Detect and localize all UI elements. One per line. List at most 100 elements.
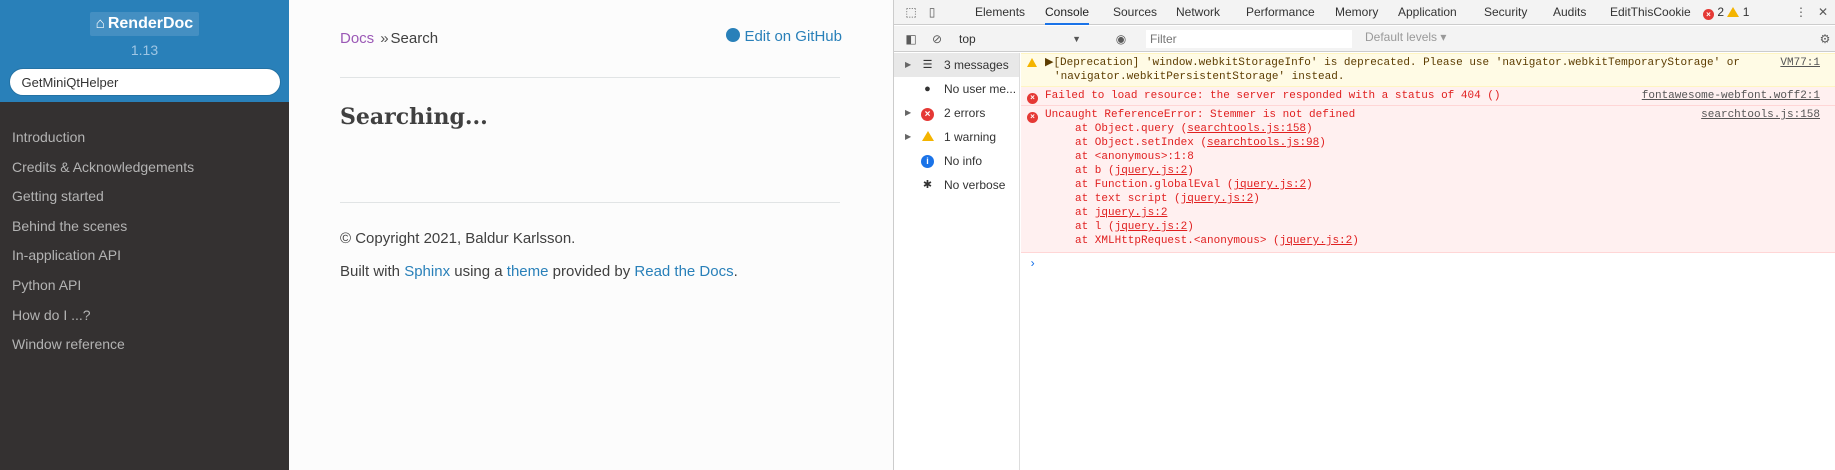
sidebar-row-messages[interactable]: ▶ ☰ 3 messages (894, 53, 1019, 77)
error-count: 2 (1717, 5, 1725, 19)
error-source-link[interactable]: fontawesome-webfont.woff2:1 (1642, 89, 1820, 103)
sphinx-link[interactable]: Sphinx (404, 263, 450, 280)
error-icon: × (921, 107, 934, 121)
sidebar-row-errors[interactable]: ▶ × 2 errors (894, 101, 1019, 125)
stack-frame-text: at b ( (1075, 165, 1115, 177)
stack-frame-link[interactable]: jquery.js:2 (1115, 221, 1188, 233)
device-toolbar-icon[interactable]: ▯ (925, 5, 939, 19)
clear-console-icon[interactable]: ⊘ (930, 32, 944, 46)
close-icon[interactable]: ✕ (1816, 5, 1830, 19)
sidebar-row-warnings[interactable]: ▶ 1 warning (894, 125, 1019, 149)
tab-sources[interactable]: Sources (1113, 0, 1157, 25)
stack-frame-text: at Function.globalEval ( (1075, 179, 1234, 191)
sidebar-header: ⌂ RenderDoc 1.13 (0, 0, 289, 102)
page-title: Searching... (340, 104, 488, 130)
stack-frame: at <anonymous>:1:8 (1045, 150, 1820, 164)
period: . (733, 263, 738, 280)
stack-frame: at jquery.js:2 (1045, 206, 1820, 220)
issue-counter[interactable]: × 2 1 (1703, 5, 1749, 20)
breadcrumb: Docs » Search (340, 30, 438, 47)
dropdown-arrow-icon: ▼ (1072, 34, 1081, 44)
error-icon: × (1703, 9, 1714, 20)
nav-item-behind-the-scenes[interactable]: Behind the scenes (0, 213, 289, 243)
sidebar-row-info[interactable]: i No info (894, 149, 1019, 173)
context-select[interactable]: top ▼ (959, 30, 1083, 48)
stack-frame-link[interactable]: searchtools.js:158 (1187, 123, 1306, 135)
tab-elements[interactable]: Elements (975, 0, 1025, 25)
divider-top (340, 77, 840, 78)
main-content: Docs» Search Edit on GitHub Searching... … (289, 0, 893, 470)
tab-memory[interactable]: Memory (1335, 0, 1378, 25)
filter-input[interactable] (1146, 30, 1352, 48)
console-prompt[interactable]: › (1021, 253, 1835, 271)
nav-item-python-api[interactable]: Python API (0, 272, 289, 302)
sidebar-row-label: No user me... (944, 82, 1017, 96)
stack-frame-text: at (1075, 207, 1095, 219)
stack-frame: at b (jquery.js:2) (1045, 164, 1820, 178)
console-message-warning[interactable]: ▶[Deprecation] 'window.webkitStorageInfo… (1021, 53, 1835, 87)
settings-gear-icon[interactable]: ⚙ (1818, 32, 1832, 46)
brand-logo-link[interactable]: ⌂ RenderDoc (89, 12, 200, 36)
sidebar-row-label: 1 warning (944, 130, 997, 144)
sidebar-row-user-messages[interactable]: ● No user me... (894, 77, 1019, 101)
bug-icon: ✱ (922, 179, 933, 191)
warning-text-line1: ▶[Deprecation] 'window.webkitStorageInfo… (1045, 57, 1740, 69)
search-input[interactable] (8, 68, 281, 96)
stack-frame-suffix: ) (1319, 137, 1326, 149)
console-output: ▶[Deprecation] 'window.webkitStorageInfo… (1021, 53, 1835, 470)
nav-item-in-application-api[interactable]: In-application API (0, 242, 289, 272)
nav-item-window-reference[interactable]: Window reference (0, 331, 289, 361)
stack-frame-text: at l ( (1075, 221, 1115, 233)
show-sidebar-icon[interactable]: ◧ (904, 32, 918, 46)
stack-frame-link[interactable]: searchtools.js:98 (1207, 137, 1319, 149)
stack-frame-suffix: ) (1187, 165, 1194, 177)
nav-item-how-do-i[interactable]: How do I ...? (0, 302, 289, 332)
stack-trace: at Object.query (searchtools.js:158) at O… (1045, 122, 1820, 248)
console-sidebar: ▶ ☰ 3 messages ● No user me... ▶ × 2 errors ▶… (894, 53, 1020, 470)
copyright-text: © Copyright 2021, Baldur Karlsson. (340, 230, 576, 247)
expand-caret-icon: ▶ (905, 108, 912, 117)
edit-on-github-link[interactable]: Edit on GitHub (726, 28, 842, 45)
read-the-docs-link[interactable]: Read the Docs (634, 263, 733, 280)
nav-item-credits[interactable]: Credits & Acknowledgements (0, 154, 289, 184)
sidebar-row-label: No verbose (944, 178, 1006, 192)
devtools-tabbar: ⬚ ▯ Elements Console Sources Network Per… (894, 0, 1835, 25)
breadcrumb-current: Search (390, 30, 439, 47)
stack-frame-link[interactable]: jquery.js:2 (1095, 207, 1168, 219)
expand-caret-icon: ▶ (905, 132, 912, 141)
tab-network[interactable]: Network (1176, 0, 1220, 25)
tab-editthiscookie[interactable]: EditThisCookie (1610, 0, 1691, 25)
stack-frame-text: at XMLHttpRequest.<anonymous> ( (1075, 235, 1280, 247)
divider-bottom (340, 202, 840, 203)
live-expression-eye-icon[interactable]: ◉ (1114, 32, 1128, 46)
tab-audits[interactable]: Audits (1553, 0, 1586, 25)
nav-item-getting-started[interactable]: Getting started (0, 183, 289, 213)
theme-link[interactable]: theme (507, 263, 549, 280)
console-message-error[interactable]: × Failed to load resource: the server re… (1021, 87, 1835, 106)
tab-performance[interactable]: Performance (1246, 0, 1315, 25)
breadcrumb-docs-link[interactable]: Docs (340, 30, 374, 47)
stack-frame-link[interactable]: jquery.js:2 (1115, 165, 1188, 177)
stack-frame: at Object.query (searchtools.js:158) (1045, 122, 1820, 136)
stack-frame-link[interactable]: jquery.js:2 (1280, 235, 1353, 247)
warning-icon (1027, 57, 1038, 68)
stack-frame-link[interactable]: jquery.js:2 (1233, 179, 1306, 191)
warning-source-link[interactable]: VM77:1 (1780, 56, 1820, 70)
tab-security[interactable]: Security (1484, 0, 1527, 25)
nav-item-introduction[interactable]: Introduction (0, 124, 289, 154)
tab-application[interactable]: Application (1398, 0, 1457, 25)
console-message-error[interactable]: × Uncaught ReferenceError: Stemmer is no… (1021, 106, 1835, 253)
version-label: 1.13 (130, 42, 159, 58)
warning-icon (921, 131, 934, 144)
sidebar-row-verbose[interactable]: ✱ No verbose (894, 173, 1019, 197)
sidebar-nav: Introduction Credits & Acknowledgements … (0, 124, 289, 361)
error-source-link[interactable]: searchtools.js:158 (1701, 108, 1820, 122)
inspect-element-icon[interactable]: ⬚ (904, 5, 918, 19)
stack-frame-link[interactable]: jquery.js:2 (1181, 193, 1254, 205)
warning-count: 1 (1742, 5, 1750, 19)
info-icon: i (921, 155, 934, 168)
more-options-icon[interactable]: ⋮ (1794, 5, 1808, 19)
log-levels-dropdown[interactable]: Default levels ▾ (1365, 30, 1446, 44)
stack-frame-suffix: ) (1187, 221, 1194, 233)
tab-console[interactable]: Console (1045, 0, 1090, 25)
